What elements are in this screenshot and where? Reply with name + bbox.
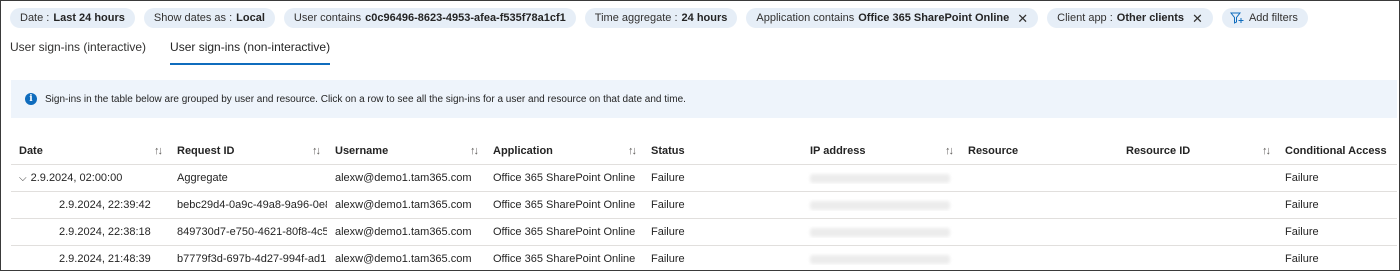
sort-icon[interactable]: ↑↓ [628,145,637,157]
cell-username: alexw@demo1.tam365.com [335,172,472,184]
cell-conditional-access: Failure [1285,226,1319,238]
filter-pill-application[interactable]: Application contains Office 365 SharePoi… [746,8,1039,28]
info-text: Sign-ins in the table below are grouped … [45,93,686,105]
column-label: Request ID [177,145,235,157]
filter-pill-time-aggregate[interactable]: Time aggregate : 24 hours [584,8,738,28]
filter-value: c0c96496-8623-4953-afea-f535f78a1cf1 [365,12,566,24]
tab-non-interactive[interactable]: User sign-ins (non-interactive) [170,40,331,65]
cell-conditional-access: Failure [1285,253,1319,265]
add-filters-label: Add filters [1248,12,1298,24]
column-header-status[interactable]: Status [643,145,802,157]
chevron-down-icon[interactable]: ⌵ [19,173,27,184]
column-header-username[interactable]: Username ↑↓ [327,145,485,157]
filter-pill-client-app[interactable]: Client app : Other clients ✕ [1047,8,1213,28]
redacted-ip [810,200,950,210]
cell-ip-address [802,226,960,238]
cell-username: alexw@demo1.tam365.com [335,253,472,265]
cell-ip-address [802,199,960,211]
add-filter-icon [1229,12,1244,24]
cell-status: Failure [651,199,685,211]
sort-icon[interactable]: ↑↓ [945,145,954,157]
cell-username: alexw@demo1.tam365.com [335,226,472,238]
cell-ip-address [802,253,960,265]
filter-value: 24 hours [681,12,728,24]
cell-status: Failure [651,172,685,184]
close-icon[interactable]: ✕ [1017,12,1028,25]
filter-value: Local [236,12,265,24]
cell-date: 2.9.2024, 21:48:39 [59,253,151,265]
filter-key: Date : [20,12,50,24]
cell-application: Office 365 SharePoint Online [493,253,636,265]
table-header: Date ↑↓ Request ID ↑↓ Username ↑↓ Applicati… [11,138,1397,165]
tab-bar: User sign-ins (interactive) User sign-in… [10,40,331,65]
cell-status: Failure [651,226,685,238]
close-icon[interactable]: ✕ [1192,12,1203,25]
sort-icon[interactable]: ↑↓ [154,145,163,157]
add-filters-button[interactable]: Add filters [1221,8,1308,28]
column-header-date[interactable]: Date ↑↓ [11,145,169,157]
column-header-ip-address[interactable]: IP address ↑↓ [802,145,960,157]
column-header-application[interactable]: Application ↑↓ [485,145,643,157]
column-label: Resource [968,145,1019,157]
filter-key: Application contains [756,12,855,24]
signins-table: Date ↑↓ Request ID ↑↓ Username ↑↓ Applicati… [11,138,1397,272]
column-label: Date [19,145,43,157]
table-row[interactable]: 2.9.2024, 21:48:39 b7779f3d-697b-4d27-99… [11,246,1397,272]
info-icon: i [25,93,37,105]
cell-ip-address [802,172,960,184]
cell-request-id: bebc29d4-0a9c-49a8-9a96-0e8 [177,199,327,211]
redacted-ip [810,227,950,237]
cell-request-id: b7779f3d-697b-4d27-994f-ad1( [177,253,327,265]
cell-application: Office 365 SharePoint Online [493,199,636,211]
column-label: IP address [810,145,866,157]
cell-request-id: 849730d7-e750-4621-80f8-4c5f [177,226,327,238]
table-row[interactable]: ⌵ 2.9.2024, 02:00:00 Aggregate alexw@demo… [11,165,1397,192]
filter-key: User contains [293,12,362,24]
cell-application: Office 365 SharePoint Online [493,172,636,184]
cell-date: 2.9.2024, 22:38:18 [59,226,151,238]
cell-username: alexw@demo1.tam365.com [335,199,472,211]
cell-date: 2.9.2024, 22:39:42 [59,199,151,211]
table-row[interactable]: 2.9.2024, 22:39:42 bebc29d4-0a9c-49a8-9a… [11,192,1397,219]
sort-icon[interactable]: ↑↓ [312,145,321,157]
cell-application: Office 365 SharePoint Online [493,226,636,238]
date-text: 2.9.2024, 02:00:00 [30,172,123,184]
column-header-resource[interactable]: Resource [960,145,1118,157]
redacted-ip [810,254,950,264]
filter-key: Client app : [1057,12,1113,24]
column-label: Resource ID [1126,145,1191,157]
filter-value: Office 365 SharePoint Online [858,12,1010,24]
tab-interactive[interactable]: User sign-ins (interactive) [10,40,146,62]
filter-key: Show dates as : [153,12,233,24]
column-label: Application [493,145,553,157]
filter-bar: Date : Last 24 hours Show dates as : Loc… [10,8,1308,28]
filter-key: Time aggregate : [594,12,678,24]
column-header-conditional-access[interactable]: Conditional Access [1277,145,1397,157]
cell-request-id: Aggregate [177,172,228,184]
sort-icon[interactable]: ↑↓ [470,145,479,157]
redacted-ip [810,173,950,183]
column-header-request-id[interactable]: Request ID ↑↓ [169,145,327,157]
column-label: Conditional Access [1285,145,1387,157]
column-label: Username [335,145,389,157]
filter-value: Other clients [1116,12,1185,24]
column-header-resource-id[interactable]: Resource ID ↑↓ [1118,145,1277,157]
info-banner: i Sign-ins in the table below are groupe… [11,80,1397,118]
table-row[interactable]: 2.9.2024, 22:38:18 849730d7-e750-4621-80… [11,219,1397,246]
filter-value: Last 24 hours [53,12,125,24]
cell-conditional-access: Failure [1285,199,1319,211]
cell-date: ⌵ 2.9.2024, 02:00:00 [11,172,169,184]
filter-pill-user[interactable]: User contains c0c96496-8623-4953-afea-f5… [283,8,576,28]
cell-conditional-access: Failure [1285,172,1319,184]
sort-icon[interactable]: ↑↓ [1262,145,1271,157]
column-label: Status [651,145,685,157]
cell-status: Failure [651,253,685,265]
filter-pill-date[interactable]: Date : Last 24 hours [10,8,135,28]
filter-pill-show-dates[interactable]: Show dates as : Local [143,8,275,28]
